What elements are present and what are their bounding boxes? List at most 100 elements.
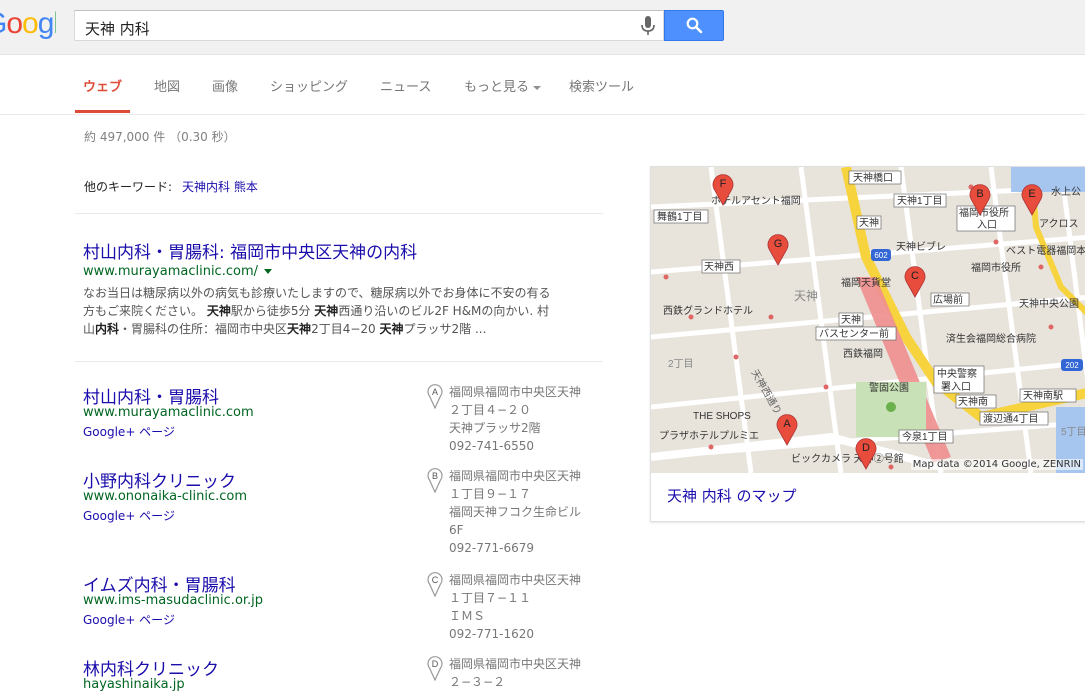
map-label: 済生会福岡総合病院 <box>946 332 1036 345</box>
search-icon <box>686 17 703 34</box>
map-label: バスセンター前 <box>819 327 889 340</box>
tab-images[interactable]: 画像 <box>212 76 238 95</box>
svg-text:C: C <box>911 270 919 282</box>
google-plus-link[interactable]: Google+ ページ <box>83 423 175 440</box>
map-pin-icon: B <box>427 468 443 493</box>
address-line: ２丁目４−２０ <box>449 403 532 417</box>
related-searches: 他のキーワード: 天神内科 熊本 <box>84 178 258 195</box>
map-label: 広場前 <box>933 293 963 306</box>
phone-number: 092-771-6679 <box>449 541 535 555</box>
related-link[interactable]: 天神内科 熊本 <box>182 180 258 194</box>
result-url: www.murayamaclinic.com/ <box>83 264 272 279</box>
map-label: 福岡天貨堂 <box>841 276 891 289</box>
map-label: 2丁目 <box>668 359 694 370</box>
address-line: 福岡天神フコク生命ビル <box>449 505 582 519</box>
snippet-text: ・胃腸科の住所：福岡市中央区 <box>119 322 288 336</box>
map-link[interactable]: 天神 内科 のマップ <box>667 485 797 506</box>
address-line: 福岡県福岡市中央区天神 <box>449 573 582 587</box>
address-line: ＩＭＳ <box>449 609 486 623</box>
search-button[interactable] <box>664 10 724 41</box>
url-dropdown-icon[interactable] <box>264 269 272 274</box>
divider <box>75 361 603 362</box>
pin-letter: D <box>432 659 439 669</box>
related-label: 他のキーワード: <box>84 180 173 194</box>
map-label: 天神中央公園 <box>1019 297 1079 310</box>
google-plus-link[interactable]: Google+ ページ <box>83 611 175 628</box>
map-label: 今泉1丁目 <box>902 430 948 443</box>
map-label: アクロス <box>1039 218 1079 230</box>
snippet-highlight: 天神 <box>206 304 231 318</box>
snippet-text: 方もご来院ください。 <box>83 304 207 318</box>
map-card: 602 202 天神橋口 ホテルアセント福岡 舞鶴1丁目 天神1丁目 福岡市役所… <box>650 166 1085 522</box>
address-line: 6F <box>449 523 464 537</box>
header: Google 天神 内科 <box>0 0 1085 55</box>
address-line: 福岡県福岡市中央区天神 <box>449 469 582 483</box>
address-line: １丁目７−１１ <box>449 591 532 605</box>
address-line: １丁目９−１７ <box>449 487 532 501</box>
map-label: 天神南駅 <box>1023 389 1063 402</box>
address-line: 天神プラッサ2階 <box>449 421 541 435</box>
microphone-icon[interactable] <box>641 16 655 36</box>
divider <box>75 213 603 214</box>
tab-shopping[interactable]: ショッピング <box>270 76 348 95</box>
map-label: 渡辺通4丁目 <box>983 412 1039 425</box>
result-snippet: なお当日は糖尿病以外の病気も診療いたしますので、糖尿病以外でお身体に不安の有る … <box>83 284 593 338</box>
tab-search-tools[interactable]: 検索ツール <box>569 76 634 95</box>
phone-number: 092-771-1620 <box>449 627 535 641</box>
snippet-highlight: 内科 <box>95 322 120 336</box>
result-url-text: www.murayamaclinic.com/ <box>83 264 258 279</box>
snippet-highlight: 天神 <box>287 322 312 336</box>
pin-letter: B <box>432 471 438 481</box>
map-label: 舞鶴1丁目 <box>657 210 703 223</box>
phone-number: 092-741-6550 <box>449 439 535 453</box>
map-label: 西鉄グランドホテル <box>663 304 753 317</box>
tab-web[interactable]: ウェブ <box>83 76 122 95</box>
snippet-text: 山 <box>83 322 96 336</box>
snippet-line: 山内科・胃腸科の住所：福岡市中央区天神2丁目4−20 天神プラッサ2階 ... <box>83 320 593 338</box>
map-label: ベスト電器福岡本 <box>1006 244 1085 257</box>
map-label: 天神 <box>794 289 818 303</box>
map-pin-icon: A <box>427 384 443 409</box>
svg-text:A: A <box>783 418 791 430</box>
map[interactable]: 602 202 天神橋口 ホテルアセント福岡 舞鶴1丁目 天神1丁目 福岡市役所… <box>651 167 1085 473</box>
map-label: 天神ビブレ <box>896 240 946 253</box>
svg-text:D: D <box>862 442 870 454</box>
map-label: 天神橋口 <box>853 171 893 184</box>
search-query-text[interactable]: 天神 内科 <box>85 18 150 39</box>
local-result-url: www.ononaika-clinic.com <box>83 489 248 504</box>
map-label: 中央警察 <box>937 367 977 380</box>
map-label: 天神1丁目 <box>897 194 943 207</box>
local-result-address: 福岡県福岡市中央区天神 １丁目９−１７ 福岡天神フコク生命ビル 6F 092-7… <box>449 467 599 557</box>
local-result-address: 福岡県福岡市中央区天神 ２丁目４−２０ 天神プラッサ2階 092-741-655… <box>449 383 599 455</box>
route-label: 202 <box>1065 361 1079 370</box>
map-label: 福岡市役所 <box>971 261 1021 274</box>
address-line: 福岡県福岡市中央区天神 <box>449 385 582 399</box>
local-result-url: www.ims-masudaclinic.or.jp <box>83 593 264 608</box>
map-attribution: Map data ©2014 Google, ZENRIN <box>910 459 1083 470</box>
map-label: 警固公園 <box>869 381 909 394</box>
search-input[interactable]: 天神 内科 <box>74 10 664 41</box>
map-label: 水上公 <box>1051 186 1081 198</box>
map-label: 天神西 <box>704 260 734 273</box>
map-pin-icon: D <box>427 656 443 681</box>
tab-news[interactable]: ニュース <box>380 76 431 95</box>
chevron-down-icon <box>533 85 542 90</box>
map-label: 天神 <box>841 313 861 326</box>
address-line: ２−３−２ <box>449 675 506 689</box>
map-label: 入口 <box>977 220 997 231</box>
map-label: 5丁目 <box>1061 427 1085 438</box>
map-label: THE SHOPS <box>693 411 751 422</box>
tab-more[interactable]: もっと見る <box>464 76 542 95</box>
route-label: 602 <box>874 251 888 260</box>
search-tabs: ウェブ 地図 画像 ショッピング ニュース もっと見る 検索ツール <box>0 56 1085 115</box>
map-label: ビックカメラ 天神②号館 <box>791 452 904 465</box>
pin-letter: A <box>432 387 438 397</box>
result-stats: 約 497,000 件 （0.30 秒） <box>84 130 236 144</box>
tab-maps[interactable]: 地図 <box>154 76 180 95</box>
map-pin-icon: C <box>427 572 443 597</box>
google-logo[interactable]: Google <box>0 7 56 47</box>
map-label: プラザホテルプルミエ <box>659 430 759 442</box>
active-tab-indicator <box>75 110 130 113</box>
google-plus-link[interactable]: Google+ ページ <box>83 507 175 524</box>
result-title[interactable]: 村山内科・胃腸科: 福岡市中央区天神の内科 <box>83 238 417 263</box>
